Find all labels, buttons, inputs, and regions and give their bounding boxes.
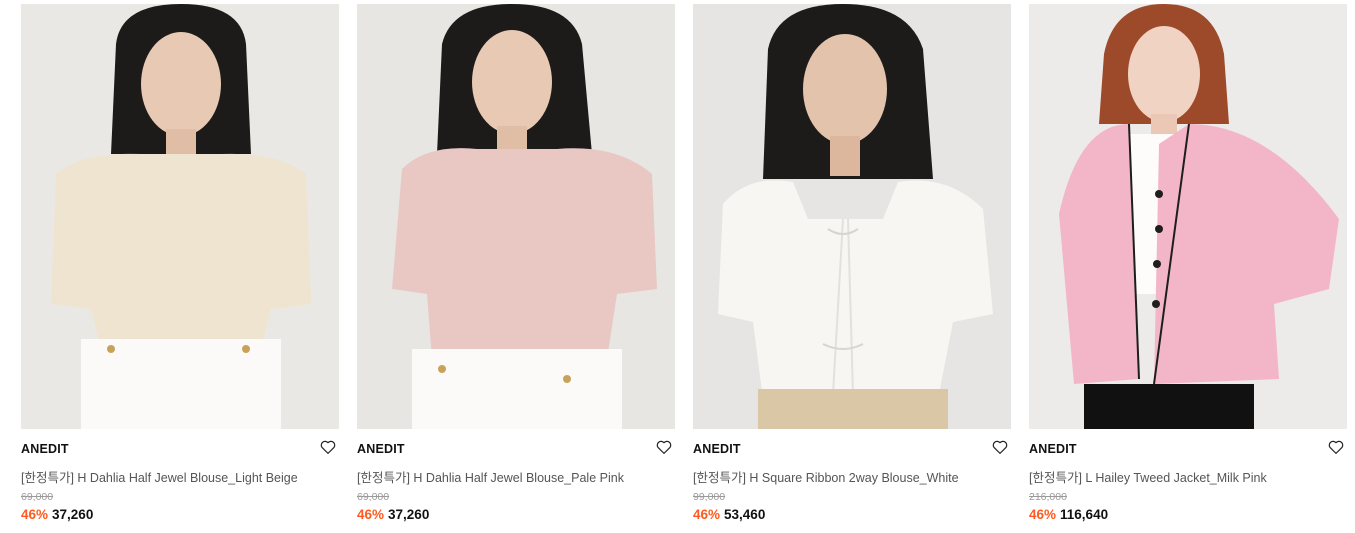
price-row: 46% 53,460 — [693, 507, 765, 522]
product-image[interactable] — [1029, 4, 1347, 429]
product-card[interactable]: ANEDIT [한정특가] H Square Ribbon 2way Blous… — [693, 4, 1011, 529]
original-price: 216,000 — [1029, 491, 1067, 503]
product-name[interactable]: [한정특가] H Dahlia Half Jewel Blouse_Pale P… — [357, 467, 624, 486]
model-photo — [21, 4, 339, 429]
price-row: 46% 37,260 — [21, 507, 93, 522]
product-name[interactable]: [한정특가] H Dahlia Half Jewel Blouse_Light … — [21, 467, 298, 486]
product-name[interactable]: [한정특가] L Hailey Tweed Jacket_Milk Pink — [1029, 467, 1267, 486]
sale-price: 37,260 — [388, 507, 430, 522]
brand-name[interactable]: ANEDIT — [693, 442, 741, 456]
product-name[interactable]: [한정특가] H Square Ribbon 2way Blouse_White — [693, 467, 959, 486]
brand-name[interactable]: ANEDIT — [357, 442, 405, 456]
heart-outline-icon[interactable] — [319, 438, 337, 456]
product-info: ANEDIT [한정특가] H Dahlia Half Jewel Blouse… — [21, 429, 339, 529]
discount-rate: 46% — [21, 507, 49, 522]
model-photo — [357, 4, 675, 429]
product-image[interactable] — [693, 4, 1011, 429]
sale-price: 116,640 — [1060, 507, 1109, 522]
brand-name[interactable]: ANEDIT — [1029, 442, 1077, 456]
product-card[interactable]: ANEDIT [한정특가] L Hailey Tweed Jacket_Milk… — [1029, 4, 1347, 529]
product-grid: ANEDIT [한정특가] H Dahlia Half Jewel Blouse… — [21, 4, 1347, 529]
model-photo — [693, 4, 1011, 429]
heart-outline-icon[interactable] — [1327, 438, 1345, 456]
product-image[interactable] — [21, 4, 339, 429]
price-row: 46% 116,640 — [1029, 507, 1108, 522]
product-image[interactable] — [357, 4, 675, 429]
product-info: ANEDIT [한정특가] L Hailey Tweed Jacket_Milk… — [1029, 429, 1347, 529]
heart-outline-icon[interactable] — [991, 438, 1009, 456]
model-photo — [1029, 4, 1347, 429]
discount-rate: 46% — [357, 507, 385, 522]
price-row: 46% 37,260 — [357, 507, 429, 522]
sale-price: 37,260 — [52, 507, 94, 522]
discount-rate: 46% — [693, 507, 721, 522]
product-card[interactable]: ANEDIT [한정특가] H Dahlia Half Jewel Blouse… — [21, 4, 339, 529]
discount-rate: 46% — [1029, 507, 1057, 522]
heart-outline-icon[interactable] — [655, 438, 673, 456]
original-price: 69,000 — [21, 491, 54, 503]
sale-price: 53,460 — [724, 507, 766, 522]
original-price: 69,000 — [357, 491, 390, 503]
product-card[interactable]: ANEDIT [한정특가] H Dahlia Half Jewel Blouse… — [357, 4, 675, 529]
product-info: ANEDIT [한정특가] H Dahlia Half Jewel Blouse… — [357, 429, 675, 529]
original-price: 99,000 — [693, 491, 726, 503]
product-info: ANEDIT [한정특가] H Square Ribbon 2way Blous… — [693, 429, 1011, 529]
brand-name[interactable]: ANEDIT — [21, 442, 69, 456]
